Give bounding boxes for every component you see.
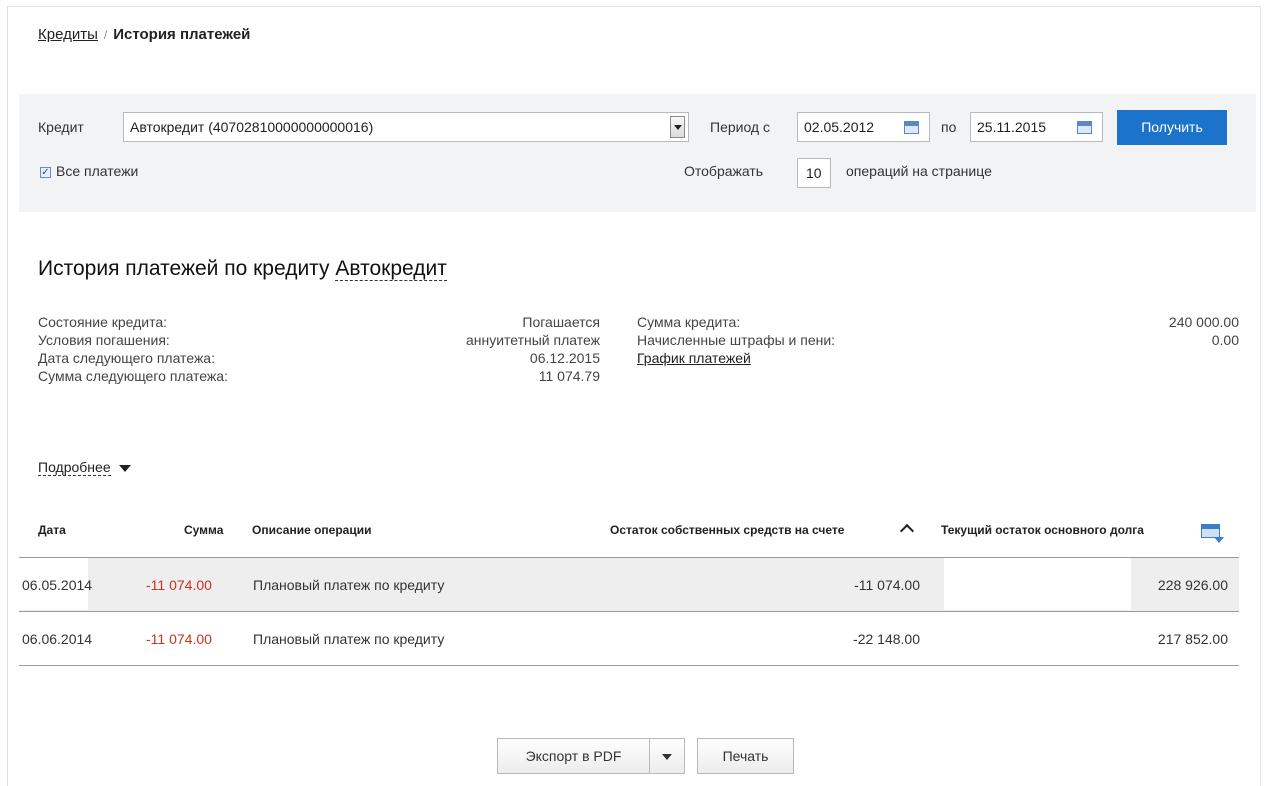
chevron-down-icon [662,754,672,761]
all-payments-checkbox[interactable]: ✓ [40,167,51,178]
per-page-suffix: операций на странице [846,163,992,179]
chevron-down-icon [118,464,131,472]
row-description: Плановый платеж по кредиту [253,577,445,593]
row-description: Плановый платеж по кредиту [253,631,445,647]
info-value: 0.00 [1211,332,1239,348]
all-payments-label[interactable]: Все платежи [56,163,138,179]
page-title: История платежей [113,26,251,43]
filter-panel: Кредит Автокредит (40702810000000000016)… [19,94,1256,212]
info-value: Погашается [522,314,600,330]
info-label: Условия погашения: [38,332,170,348]
row-date: 06.05.2014 [22,577,93,593]
export-pdf-button[interactable]: Экспорт в PDF [497,738,650,774]
table-row[interactable]: 06.05.2014 -11 074.00 Плановый платеж по… [19,557,1239,611]
row-debt: 228 926.00 [1157,577,1228,593]
per-page-value: 10 [806,165,822,181]
per-page-input[interactable]: 10 [797,158,831,188]
schedule-link[interactable]: График платежей [637,349,751,367]
more-toggle[interactable]: Подробнее [38,459,131,476]
info-label: Сумма кредита: [637,314,741,330]
row-own-funds: -22 148.00 [853,631,920,647]
info-label: Начисленные штрафы и пени: [637,332,836,348]
row-sum: -11 074.00 [146,577,212,593]
column-own-funds[interactable]: Остаток собственных средств на счете [610,523,844,537]
row-cell-bg [944,558,1131,610]
date-to-field[interactable]: 25.11.2015 [970,112,1103,142]
period-to-label: по [941,119,957,135]
table-row[interactable]: 06.06.2014 -11 074.00 Плановый платеж по… [19,611,1239,665]
info-value: аннуитетный платеж [465,332,600,348]
section-heading: История платежей по кредиту Автокредит [38,257,447,281]
breadcrumb-credits-link[interactable]: Кредиты [38,26,98,43]
column-debt[interactable]: Текущий остаток основного долга [941,523,1144,537]
breadcrumb: Кредиты / История платежей [38,26,250,43]
row-date: 06.06.2014 [22,631,93,647]
row-own-funds: -11 074.00 [854,577,920,593]
credit-select-value: Автокредит (40702810000000000016) [130,119,374,135]
info-label: Сумма следующего платежа: [38,368,228,384]
date-to-value: 25.11.2015 [977,119,1047,135]
export-options-button[interactable] [649,738,685,774]
info-value: 240 000.00 [1168,314,1239,330]
credit-label: Кредит [38,119,84,135]
info-value: 06.12.2015 [529,350,600,366]
period-from-label: Период с [710,119,770,135]
print-button[interactable]: Печать [697,738,794,774]
dropdown-arrow-icon[interactable] [670,116,685,138]
column-description[interactable]: Описание операции [252,523,371,537]
breadcrumb-separator: / [103,28,108,42]
get-button[interactable]: Получить [1117,110,1227,145]
calendar-icon[interactable] [1077,121,1092,134]
calendar-icon[interactable] [904,121,919,134]
column-date[interactable]: Дата [38,523,66,537]
info-value: 11 074.79 [538,368,600,384]
credit-select[interactable]: Автокредит (40702810000000000016) [123,112,689,142]
credit-name-link[interactable]: Автокредит [335,257,447,281]
table-bottom-divider [19,665,1239,666]
show-label: Отображать [684,163,764,179]
info-label: Состояние кредита: [38,314,168,330]
more-label: Подробнее [38,459,111,476]
column-sum[interactable]: Сумма [184,523,223,537]
date-from-field[interactable]: 02.05.2012 [797,112,930,142]
row-sum: -11 074.00 [146,631,212,647]
date-from-value: 02.05.2012 [804,119,875,135]
info-label: Дата следующего платежа: [38,350,215,366]
section-heading-prefix: История платежей по кредиту [38,257,330,280]
row-debt: 217 852.00 [1157,631,1228,647]
columns-settings-icon[interactable] [1201,524,1224,543]
